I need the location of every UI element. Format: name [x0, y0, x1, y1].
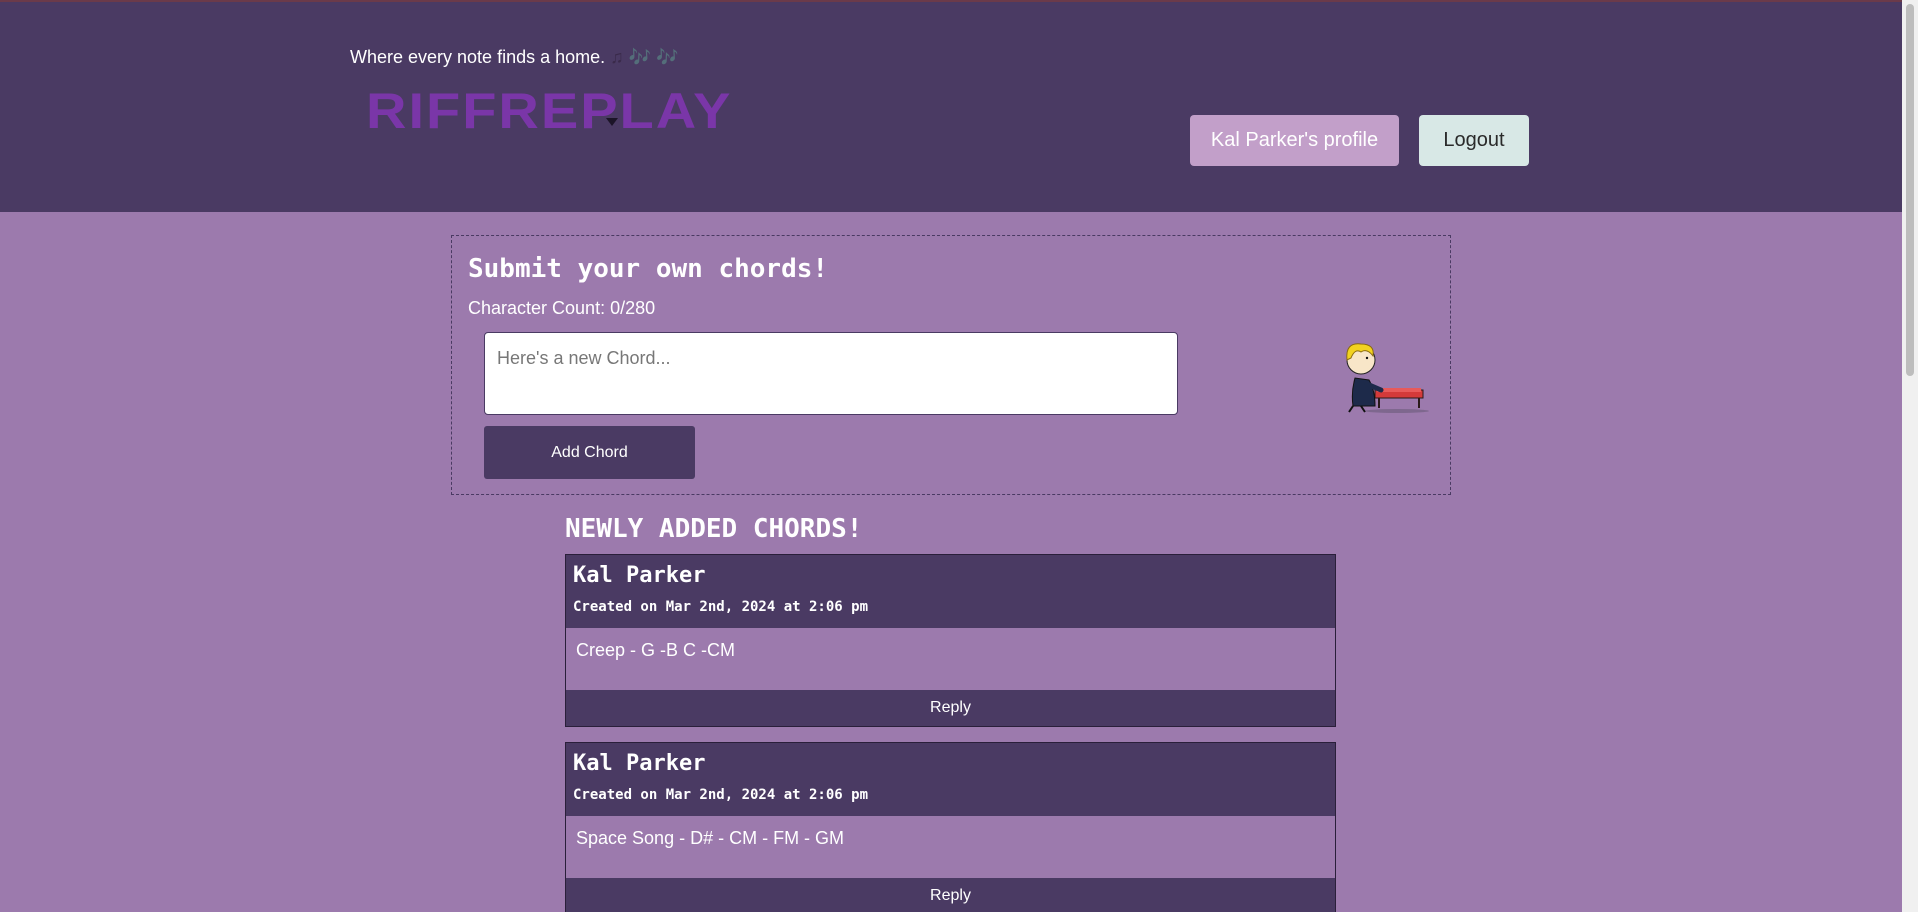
profile-button[interactable]: Kal Parker's profile — [1190, 115, 1399, 166]
page-scrollbar[interactable] — [1902, 0, 1918, 912]
page: Where every note finds a home. ♫ 🎶 🎶 RIF… — [0, 0, 1918, 912]
add-chord-button[interactable]: Add Chord — [484, 426, 695, 479]
submit-title: Submit your own chords! — [468, 254, 829, 284]
tagline-text: Where every note finds a home. — [350, 47, 606, 67]
character-count: Character Count: 0/280 — [468, 298, 656, 318]
post-date: Created on Mar 2nd, 2024 at 2:06 pm — [573, 787, 869, 803]
chord-post: Kal Parker Created on Mar 2nd, 2024 at 2… — [565, 554, 1336, 727]
post-author[interactable]: Kal Parker — [573, 751, 705, 776]
feed-title: NEWLY ADDED CHORDS! — [565, 514, 863, 544]
tagline: Where every note finds a home. ♫ 🎶 🎶 — [350, 47, 678, 68]
post-body: Space Song - D# - CM - FM - GM — [566, 816, 1335, 878]
logout-button[interactable]: Logout — [1419, 115, 1529, 166]
chord-post: Kal Parker Created on Mar 2nd, 2024 at 2… — [565, 742, 1336, 912]
reply-button[interactable]: Reply — [566, 878, 1335, 912]
post-author[interactable]: Kal Parker — [573, 563, 705, 588]
submit-chord-panel: Submit your own chords! Character Count:… — [451, 235, 1451, 495]
site-logo[interactable]: RIFFREPLAY — [366, 83, 732, 139]
scrollbar-thumb[interactable] — [1906, 4, 1914, 376]
post-text: Space Song - D# - CM - FM - GM — [576, 828, 845, 848]
site-header: Where every note finds a home. ♫ 🎶 🎶 RIF… — [0, 0, 1902, 212]
post-date: Created on Mar 2nd, 2024 at 2:06 pm — [573, 599, 869, 615]
chord-input[interactable] — [484, 332, 1178, 415]
post-text: Creep - G -B C -CM — [576, 640, 736, 660]
post-header: Kal Parker Created on Mar 2nd, 2024 at 2… — [566, 555, 1335, 628]
piano-player-icon — [1346, 343, 1429, 413]
logo-caret-icon — [606, 118, 618, 126]
reply-button[interactable]: Reply — [566, 690, 1335, 726]
music-notes-icon: ♫ 🎶 🎶 — [610, 47, 679, 67]
post-body: Creep - G -B C -CM — [566, 628, 1335, 690]
post-header: Kal Parker Created on Mar 2nd, 2024 at 2… — [566, 743, 1335, 816]
